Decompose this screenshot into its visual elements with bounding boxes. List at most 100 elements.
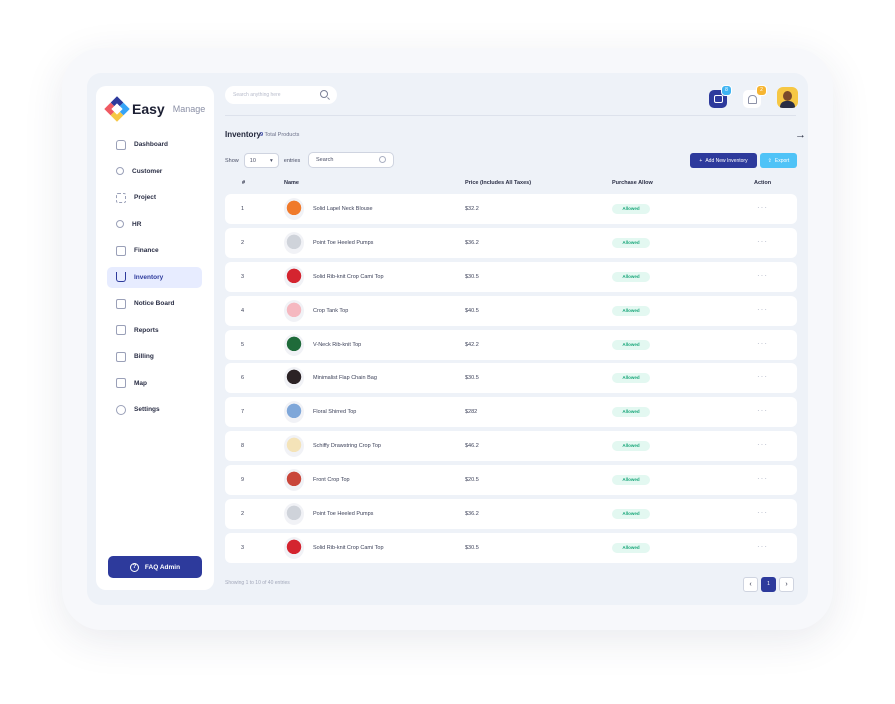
product-name[interactable]: Point Toe Heeled Pumps bbox=[313, 511, 373, 517]
more-actions-icon[interactable]: ··· bbox=[757, 372, 768, 381]
more-actions-icon[interactable]: ··· bbox=[757, 237, 768, 246]
more-actions-icon[interactable]: ··· bbox=[757, 203, 768, 212]
sidebar-item-map[interactable]: Map bbox=[107, 373, 202, 394]
more-actions-icon[interactable]: ··· bbox=[757, 474, 768, 483]
sidebar-item-label: Finance bbox=[134, 247, 159, 254]
sidebar-item-reports[interactable]: Reports bbox=[107, 320, 202, 341]
sidebar-item-label: Inventory bbox=[134, 273, 164, 281]
product-image bbox=[284, 536, 304, 559]
app-logo[interactable]: Easy Manage bbox=[104, 96, 206, 122]
avatar[interactable] bbox=[777, 87, 798, 108]
more-actions-icon[interactable]: ··· bbox=[757, 271, 768, 280]
more-actions-icon[interactable]: ··· bbox=[757, 508, 768, 517]
product-name[interactable]: Solid Rib-knit Crop Cami Top bbox=[313, 545, 384, 551]
more-actions-icon[interactable]: ··· bbox=[757, 406, 768, 415]
grid-icon bbox=[116, 192, 126, 203]
product-name[interactable]: Schiffy Drawstring Crop Top bbox=[313, 443, 381, 449]
receipt-icon bbox=[116, 351, 126, 362]
table-row[interactable]: 2 Point Toe Heeled Pumps $36.2 Allowed ··· bbox=[225, 499, 797, 530]
search-icon bbox=[379, 156, 386, 163]
product-price: $30.5 bbox=[465, 375, 479, 382]
pagination-summary: Showing 1 to 10 of 40 entries bbox=[225, 580, 290, 586]
sidebar-nav: Dashboard Customer Project HR Finance In… bbox=[107, 134, 202, 426]
product-name[interactable]: Solid Rib-knit Crop Cami Top bbox=[313, 274, 384, 280]
sidebar-item-dashboard[interactable]: Dashboard bbox=[107, 134, 202, 155]
total-products-number: 9 bbox=[260, 132, 264, 138]
product-image bbox=[284, 198, 304, 220]
table-row[interactable]: 2 Point Toe Heeled Pumps $36.2 Allowed ··· bbox=[225, 227, 797, 258]
entries-select[interactable]: 10 ▾ bbox=[243, 153, 279, 168]
sidebar-item-label: Billing bbox=[134, 353, 154, 360]
more-actions-icon[interactable]: ··· bbox=[757, 542, 768, 551]
entries-value: 10 bbox=[249, 157, 256, 164]
sidebar-item-project[interactable]: Project bbox=[107, 187, 202, 208]
entries-control: Show 10 ▾ entries bbox=[225, 153, 300, 168]
map-icon bbox=[116, 378, 126, 388]
column-header-number: # bbox=[242, 180, 246, 186]
purchase-allowed-badge: Allowed bbox=[612, 441, 650, 452]
table-row[interactable]: 4 Crop Tank Top $40.5 Allowed ··· bbox=[225, 295, 797, 326]
table-row[interactable]: 5 V-Neck Rib-knit Top $42.2 Allowed ··· bbox=[225, 329, 797, 360]
table-row[interactable]: 6 Minimalist Flap Chain Bag $30.5 Allowed ··… bbox=[225, 363, 797, 394]
sidebar-item-label: Dashboard bbox=[134, 141, 168, 148]
sidebar-item-label: Customer bbox=[132, 167, 163, 175]
more-actions-icon[interactable]: ··· bbox=[757, 339, 768, 348]
product-name[interactable]: Crop Tank Top bbox=[313, 308, 348, 314]
global-search-input[interactable]: Search anything here bbox=[225, 86, 337, 104]
sidebar-item-finance[interactable]: Finance bbox=[107, 240, 202, 261]
sidebar-item-label: Settings bbox=[134, 406, 160, 413]
table-row[interactable]: 9 Front Crop Top $20.5 Allowed ··· bbox=[225, 465, 797, 496]
logo-subtext: Manage bbox=[172, 104, 206, 114]
arrow-right-icon[interactable]: → bbox=[795, 129, 806, 141]
logo-text: Easy bbox=[132, 101, 165, 117]
product-name[interactable]: Point Toe Heeled Pumps bbox=[313, 240, 373, 246]
pagination: ‹ 1 › bbox=[743, 577, 794, 592]
sidebar-item-label: Project bbox=[134, 194, 157, 201]
sidebar-item-hr[interactable]: HR bbox=[107, 214, 202, 235]
user-group-icon bbox=[116, 167, 124, 175]
table-row[interactable]: 8 Schiffy Drawstring Crop Top $46.2 Allowed… bbox=[225, 431, 797, 462]
table-row[interactable]: 3 Solid Rib-knit Crop Cami Top $30.5 Allowe… bbox=[225, 261, 797, 292]
product-name[interactable]: V-Neck Rib-knit Top bbox=[313, 342, 361, 348]
row-number: 6 bbox=[241, 375, 245, 382]
row-number: 3 bbox=[241, 544, 245, 551]
sidebar-item-settings[interactable]: Settings bbox=[107, 399, 202, 420]
purchase-allowed-badge: Allowed bbox=[612, 407, 650, 418]
table-row[interactable]: 3 Solid Rib-knit Crop Cami Top $30.5 Allowe… bbox=[225, 532, 797, 563]
purchase-allowed-badge: Allowed bbox=[612, 271, 650, 282]
export-button[interactable]: ⇪ Export bbox=[760, 153, 797, 168]
product-name[interactable]: Floral Shirred Top bbox=[313, 409, 356, 415]
column-header-action: Action bbox=[754, 180, 772, 186]
product-name[interactable]: Minimalist Flap Chain Bag bbox=[313, 375, 377, 381]
row-number: 9 bbox=[241, 477, 245, 484]
sidebar-item-customer[interactable]: Customer bbox=[107, 161, 202, 182]
product-image bbox=[284, 469, 304, 492]
row-number: 4 bbox=[241, 307, 245, 314]
column-header-name: Name bbox=[284, 180, 299, 186]
export-label: Export bbox=[774, 157, 790, 164]
prev-page-button[interactable]: ‹ bbox=[743, 577, 758, 592]
table-search-placeholder: Search bbox=[316, 157, 334, 163]
page-button-current[interactable]: 1 bbox=[761, 577, 776, 592]
table-search-input[interactable]: Search bbox=[308, 152, 394, 168]
table-row[interactable]: 7 Floral Shirred Top $282 Allowed ··· bbox=[225, 397, 797, 428]
add-inventory-label: Add New Inventory bbox=[705, 157, 748, 164]
more-actions-icon[interactable]: ··· bbox=[757, 305, 768, 314]
table-row[interactable]: 1 Solid Lapel Neck Blouse $32.2 Allowed ··· bbox=[225, 194, 797, 224]
product-image bbox=[284, 333, 304, 356]
next-page-button[interactable]: › bbox=[779, 577, 794, 592]
sidebar-item-billing[interactable]: Billing bbox=[107, 346, 202, 367]
more-actions-icon[interactable]: ··· bbox=[757, 440, 768, 449]
sidebar-item-notice-board[interactable]: Notice Board bbox=[107, 293, 202, 314]
faq-admin-button[interactable]: ? FAQ Admin bbox=[108, 556, 202, 578]
product-image bbox=[284, 367, 304, 390]
sidebar-item-inventory[interactable]: Inventory bbox=[107, 266, 202, 288]
purchase-allowed-badge: Allowed bbox=[612, 509, 650, 520]
row-number: 3 bbox=[241, 273, 245, 280]
column-header-price: Price (Includes All Taxes) bbox=[465, 180, 532, 186]
product-price: $30.5 bbox=[465, 273, 479, 280]
product-name[interactable]: Front Crop Top bbox=[313, 477, 350, 483]
product-name[interactable]: Solid Lapel Neck Blouse bbox=[313, 206, 373, 212]
product-image bbox=[284, 299, 304, 322]
add-inventory-button[interactable]: + Add New Inventory bbox=[690, 153, 757, 168]
